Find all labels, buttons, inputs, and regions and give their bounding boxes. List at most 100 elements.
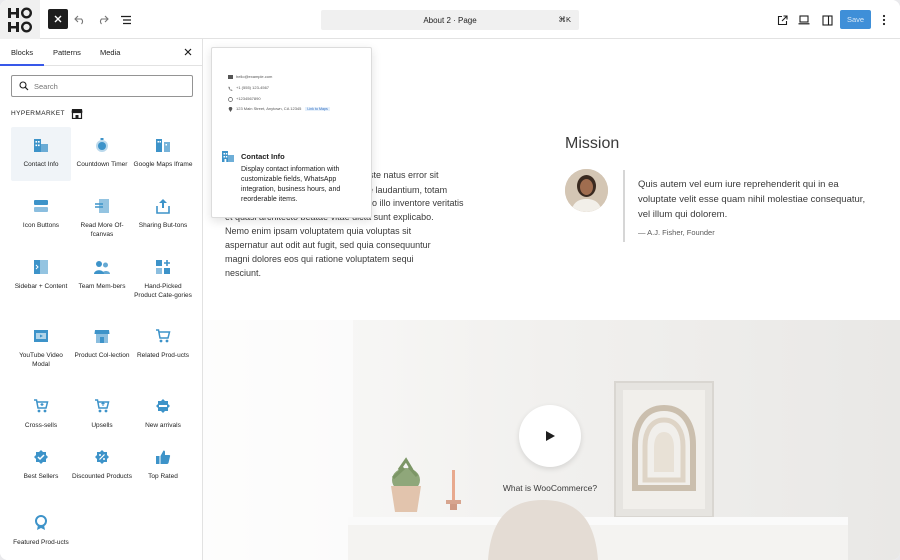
document-title-bar[interactable]: About 2 · Page ⌘K (321, 10, 579, 30)
category-label: HYPERMARKET (11, 110, 65, 117)
preview-email: hello@example.com (228, 74, 272, 79)
search-icon (18, 80, 30, 92)
document-title: About 2 · Page (423, 15, 477, 25)
block-item[interactable]: Contact Info (11, 127, 71, 181)
save-button[interactable]: Save (840, 10, 871, 29)
options-menu-button[interactable] (873, 9, 895, 31)
block-item-label: Google Maps Iframe (133, 161, 193, 168)
store-icon (94, 328, 110, 344)
block-item-label: Hand-Picked Product Cate-gories (134, 283, 192, 299)
location-pin-icon (228, 106, 233, 112)
view-page-button[interactable] (771, 9, 793, 31)
redo-icon (99, 15, 109, 25)
block-item-label: Discounted Products (72, 473, 132, 480)
undo-button[interactable] (69, 9, 91, 31)
block-item[interactable]: Icon Buttons (11, 188, 71, 242)
quote-border (623, 170, 625, 242)
block-item-label: Related Prod-ucts (136, 352, 190, 359)
block-item[interactable]: YouTube Video Modal (11, 318, 71, 372)
avatar[interactable] (565, 169, 608, 212)
cart-up-icon (94, 398, 110, 414)
block-item[interactable]: Top Rated (133, 439, 193, 493)
command-shortcut: ⌘K (558, 15, 571, 24)
preview-device-button[interactable] (793, 9, 815, 31)
category-heading: HYPERMARKET (11, 108, 83, 119)
icon-buttons-icon (33, 198, 49, 214)
block-item[interactable]: Discounted Products (72, 439, 132, 493)
block-item-label: Sharing But-tons (138, 222, 188, 229)
preview-address: 123 Main Street, Anytown, CA 12345 Link t… (228, 106, 330, 112)
categories-icon (155, 259, 171, 275)
block-item-label: Contact Info (23, 161, 59, 168)
paragraph-line[interactable]: aspernatur aut odit aut fugit, sed quia … (225, 238, 480, 253)
more-vertical-icon (882, 14, 886, 26)
tab-patterns[interactable]: Patterns (53, 39, 81, 66)
block-item[interactable]: Product Col-lection (72, 318, 132, 372)
whatsapp-icon (228, 96, 233, 102)
block-item[interactable]: Countdown Timer (72, 127, 132, 181)
document-overview-button[interactable] (115, 9, 137, 31)
block-item-label: Top Rated (148, 473, 178, 480)
block-item[interactable]: New arrivals (133, 388, 193, 442)
quote-text[interactable]: Quis autem vel eum iure reprehenderit qu… (638, 177, 878, 222)
desktop-icon (798, 15, 810, 25)
paragraph-line[interactable]: magni dolores eos qui ratione voluptatem… (225, 252, 480, 267)
tab-blocks[interactable]: Blocks (0, 39, 45, 66)
search-input[interactable] (34, 81, 184, 91)
block-item[interactable]: Upsells (72, 388, 132, 442)
phone-icon (228, 86, 233, 91)
block-item[interactable]: Hand-Picked Product Cate-gories (133, 249, 193, 303)
redo-button[interactable] (92, 9, 114, 31)
paragraph-line[interactable]: nesciunt. (225, 266, 480, 281)
block-item-label: Countdown Timer (76, 161, 128, 168)
paragraph-line[interactable]: Nemo enim ipsam voluptatem quia voluptas… (225, 224, 480, 239)
block-item[interactable]: Team Mem-bers (72, 249, 132, 303)
block-item-label: YouTube Video Modal (19, 352, 63, 368)
block-item-label: Team Mem-bers (78, 283, 126, 290)
contact-info-icon (221, 149, 235, 163)
sidebar-layout-icon (33, 259, 49, 275)
video-caption[interactable]: What is WooCommerce? (203, 483, 897, 493)
block-item[interactable]: Sidebar + Content (11, 249, 71, 303)
block-item-label: Best Sellers (23, 473, 59, 480)
preview-whatsapp: +1234567890 (228, 96, 261, 102)
undo-icon (74, 15, 84, 25)
mission-heading[interactable]: Mission (565, 135, 619, 153)
external-link-icon (777, 14, 788, 25)
block-item[interactable]: Cross-sells (11, 388, 71, 442)
block-item-label: New arrivals (145, 422, 181, 429)
site-logo[interactable] (0, 0, 40, 39)
quote-citation[interactable]: — A.J. Fisher, Founder (638, 228, 715, 237)
settings-sidebar-button[interactable] (816, 9, 838, 31)
block-item[interactable]: Sharing But-tons (133, 188, 193, 242)
block-item[interactable]: Related Prod-ucts (133, 318, 193, 372)
close-icon (54, 15, 62, 23)
sidebar-toggle-icon (821, 14, 833, 26)
inserter-tabs: Blocks Patterns Media (0, 39, 203, 66)
email-icon (228, 74, 233, 79)
block-preview-popover: hello@example.com +1 (555) 123-4567 +123… (211, 47, 372, 218)
block-item[interactable]: Google Maps Iframe (133, 127, 193, 181)
block-search (11, 75, 193, 97)
team-icon (94, 259, 110, 275)
block-item-label: Icon Buttons (22, 222, 60, 229)
close-inserter-button[interactable] (48, 9, 68, 29)
contact-info-icon (33, 137, 49, 153)
list-view-icon (121, 15, 131, 25)
block-item[interactable]: Best Sellers (11, 439, 71, 493)
block-item[interactable]: Read More Of-fcanvas (72, 188, 132, 242)
maps-link: Link to Maps (305, 106, 330, 111)
tab-media[interactable]: Media (100, 39, 120, 66)
thumbs-up-icon (155, 449, 171, 465)
video-icon (33, 328, 49, 344)
cart-icon (155, 328, 171, 344)
play-button[interactable] (519, 405, 581, 467)
share-icon (155, 198, 171, 214)
close-panel-button[interactable] (181, 45, 195, 59)
video-cover-block[interactable]: What is WooCommerce? (203, 320, 900, 560)
map-icon (155, 137, 171, 153)
block-item[interactable]: Featured Prod-ucts (11, 505, 71, 559)
block-inserter-panel: Blocks Patterns Media HYPERMARKET Contac… (0, 39, 203, 560)
popover-title: Contact Info (241, 152, 285, 161)
close-icon (184, 48, 192, 56)
